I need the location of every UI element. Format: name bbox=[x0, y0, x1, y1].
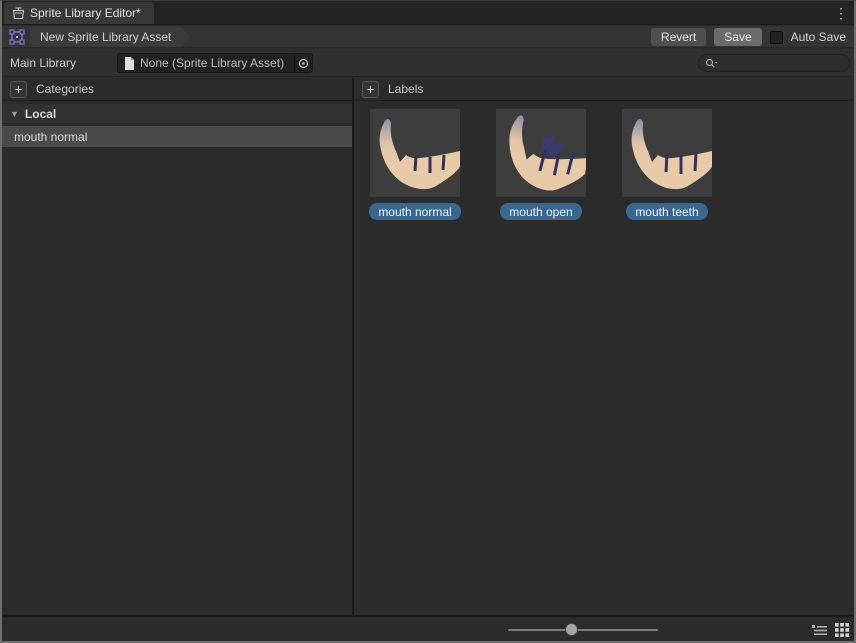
tab-sprite-library-editor[interactable]: Sprite Library Editor* bbox=[4, 2, 154, 24]
labels-header: + Labels bbox=[354, 78, 854, 101]
main-library-row: Main Library None (Sprite Library Asset) bbox=[2, 49, 854, 77]
mouth-open-sprite bbox=[496, 109, 586, 197]
grid-view-icon bbox=[835, 623, 849, 637]
sprite-library-asset-icon bbox=[8, 28, 26, 46]
sprite-thumbnail-mouth-teeth[interactable] bbox=[622, 109, 712, 197]
search-input[interactable] bbox=[722, 56, 843, 70]
add-category-button[interactable]: + bbox=[10, 81, 27, 98]
mouth-normal-sprite bbox=[370, 109, 460, 197]
grid-view-button[interactable] bbox=[833, 622, 850, 638]
group-name: Local bbox=[25, 107, 56, 121]
local-foldout[interactable]: ▼ Local bbox=[2, 104, 352, 123]
breadcrumb-label: New Sprite Library Asset bbox=[40, 30, 171, 44]
auto-save-label: Auto Save bbox=[791, 30, 846, 44]
toolbar-right-group: Revert Save Auto Save bbox=[651, 26, 846, 48]
object-picker-icon[interactable] bbox=[294, 54, 312, 72]
add-label-button[interactable]: + bbox=[362, 81, 379, 98]
search-field[interactable] bbox=[698, 54, 850, 72]
labels-header-label: Labels bbox=[388, 82, 423, 96]
sprite-label: mouth open bbox=[509, 205, 572, 219]
slider-track[interactable] bbox=[508, 629, 658, 631]
mouth-teeth-sprite bbox=[622, 109, 712, 197]
search-icon bbox=[705, 58, 718, 69]
sprite-label-pill[interactable]: mouth normal bbox=[369, 203, 460, 220]
sprite-thumbnail-mouth-normal[interactable] bbox=[370, 109, 460, 197]
sprite-label: mouth teeth bbox=[635, 205, 698, 219]
main-library-label: Main Library bbox=[10, 49, 76, 76]
categories-header: + Categories bbox=[2, 78, 352, 101]
document-icon bbox=[124, 57, 135, 70]
object-field-value: None (Sprite Library Asset) bbox=[140, 56, 294, 70]
toolbar: New Sprite Library Asset Revert Save Aut… bbox=[2, 26, 854, 48]
labels-panel: mouth normal bbox=[354, 101, 854, 615]
window-menu-icon[interactable]: ⋮ bbox=[833, 3, 849, 23]
category-item-mouth-normal[interactable]: mouth normal bbox=[2, 126, 352, 147]
tab-title: Sprite Library Editor* bbox=[30, 6, 141, 20]
list-view-icon bbox=[812, 624, 827, 637]
sprite-label: mouth normal bbox=[378, 205, 451, 219]
tab-bar: Sprite Library Editor* ⋮ bbox=[2, 1, 854, 25]
category-item-label: mouth normal bbox=[14, 130, 87, 144]
categories-header-label: Categories bbox=[36, 82, 94, 96]
main-library-object-field[interactable]: None (Sprite Library Asset) bbox=[117, 53, 313, 73]
bottom-bar bbox=[2, 615, 854, 641]
auto-save-checkbox[interactable] bbox=[770, 31, 783, 44]
revert-button[interactable]: Revert bbox=[651, 28, 706, 46]
library-icon bbox=[12, 7, 25, 20]
categories-panel: ▼ Local mouth normal bbox=[2, 101, 352, 615]
sprite-library-editor-window: Sprite Library Editor* ⋮ New Sprite Libr… bbox=[0, 0, 856, 643]
list-view-button[interactable] bbox=[811, 622, 828, 638]
sprite-label-pill[interactable]: mouth open bbox=[500, 203, 581, 220]
foldout-arrow-icon[interactable]: ▼ bbox=[10, 109, 19, 119]
sprite-item-mouth-teeth: mouth teeth bbox=[622, 109, 712, 220]
thumbnail-size-slider[interactable] bbox=[508, 623, 658, 636]
sprite-label-pill[interactable]: mouth teeth bbox=[626, 203, 707, 220]
sprite-item-mouth-normal: mouth normal bbox=[370, 109, 460, 220]
sprite-item-mouth-open: mouth open bbox=[496, 109, 586, 220]
save-button[interactable]: Save bbox=[714, 28, 761, 46]
sprite-thumbnail-mouth-open[interactable] bbox=[496, 109, 586, 197]
breadcrumb-new-sprite-library-asset[interactable]: New Sprite Library Asset bbox=[30, 27, 190, 47]
zoom-slider-thumb[interactable] bbox=[565, 623, 578, 636]
